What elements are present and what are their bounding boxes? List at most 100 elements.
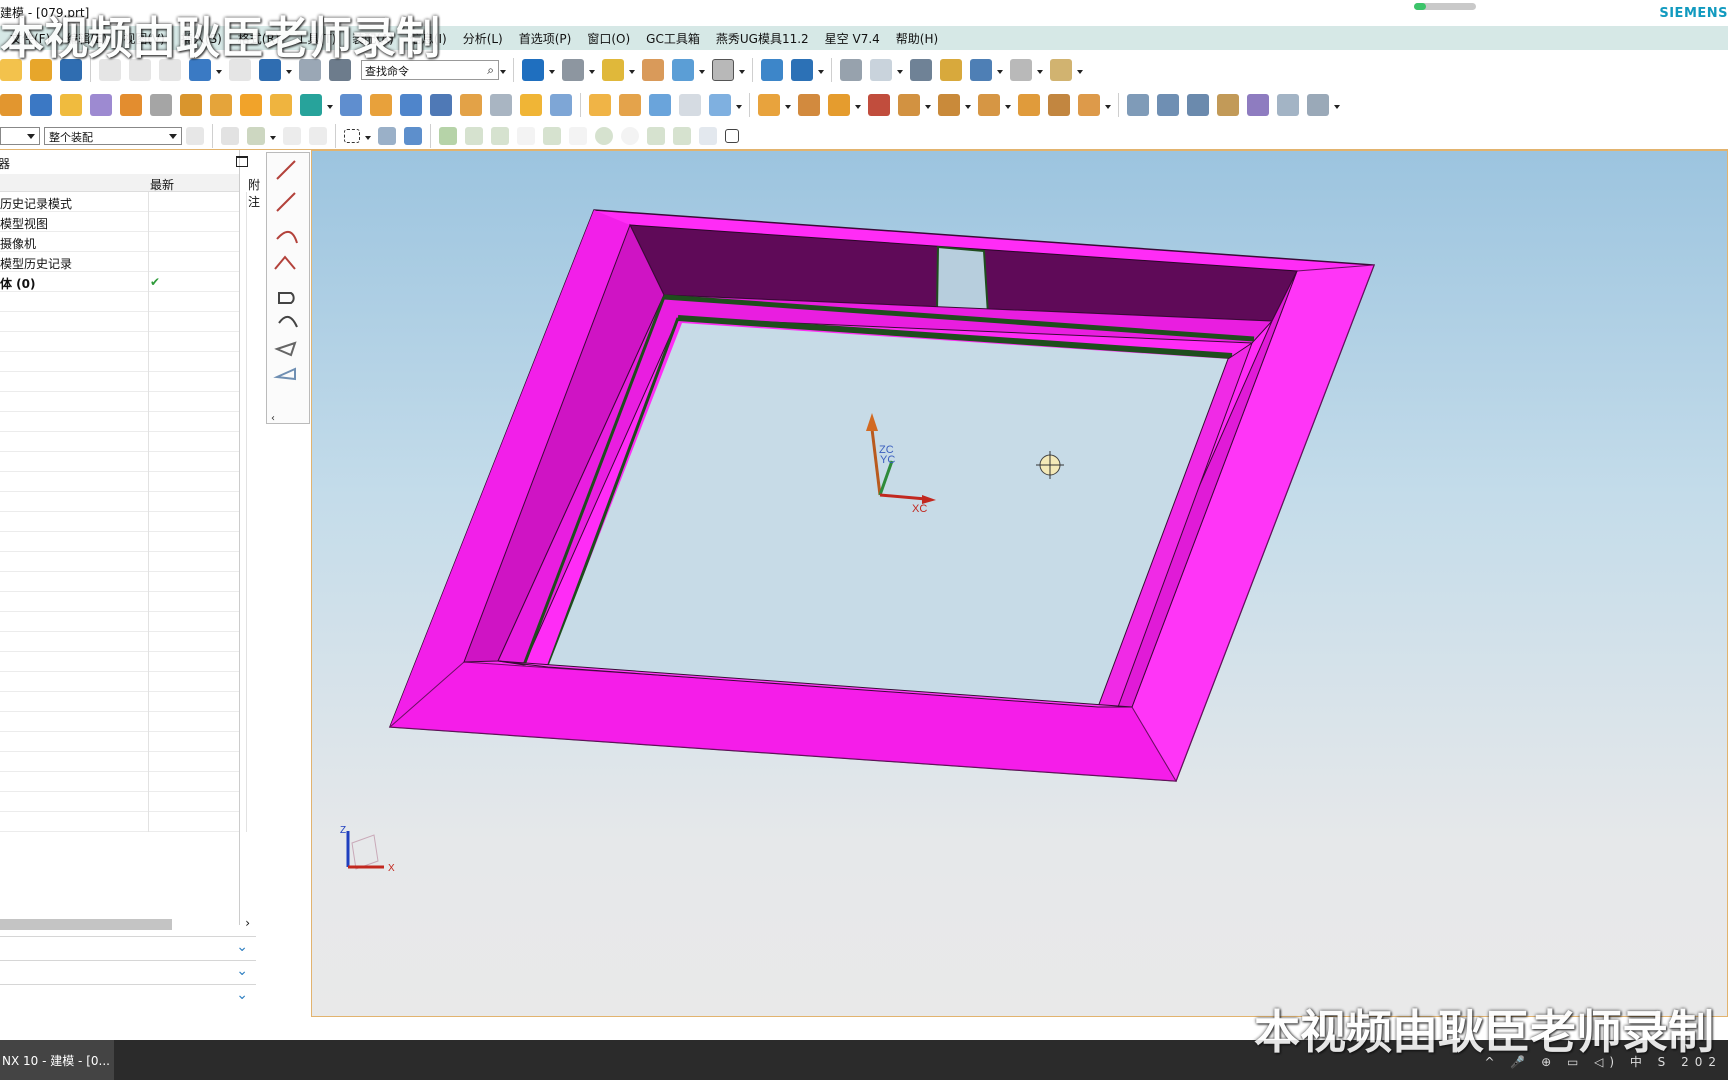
background-dropdown[interactable] (698, 59, 706, 81)
measure-dropdown[interactable] (1076, 59, 1084, 81)
maximize-icon[interactable] (236, 156, 248, 167)
chevron-down-icon[interactable]: ⌄ (236, 987, 248, 1003)
subtract-icon[interactable] (300, 94, 322, 116)
core-dropdown[interactable] (854, 94, 862, 116)
view-dropdown[interactable] (548, 59, 556, 81)
chevron-down-icon[interactable]: ⌄ (236, 963, 248, 979)
replace-face-icon[interactable] (898, 94, 920, 116)
curve-point-icon[interactable] (517, 126, 535, 145)
snap-point-icon[interactable] (439, 126, 457, 145)
sphere-icon[interactable] (709, 94, 731, 116)
mold-dropdown[interactable] (784, 94, 792, 116)
offset-curve-icon[interactable] (273, 367, 296, 381)
search-dropdown[interactable] (499, 59, 507, 81)
table-row[interactable]: 历史记录模式 (0, 192, 239, 212)
arc-center-icon[interactable] (595, 126, 613, 145)
column-notes[interactable]: 附注 (248, 176, 260, 210)
line-icon[interactable] (276, 160, 296, 180)
graphics-window[interactable]: ZC YC XC Z X (311, 150, 1728, 1017)
menu-item[interactable]: 帮助(H) (888, 30, 946, 47)
menu-item[interactable]: 分析(L) (455, 30, 511, 47)
sweep-icon[interactable] (619, 94, 641, 116)
scope-filter-select[interactable]: 整个装配 (44, 126, 182, 145)
flange-icon[interactable] (1277, 94, 1299, 116)
taskbar-app-nx[interactable]: NX 10 - 建模 - [0... (0, 1040, 114, 1080)
spline-icon[interactable] (278, 316, 298, 328)
chevron-down-icon[interactable]: ⌄ (236, 939, 248, 955)
extension-icon[interactable] (1307, 94, 1329, 116)
axis-icon[interactable] (870, 59, 892, 81)
rectangle-select-icon[interactable] (344, 128, 360, 143)
table-row[interactable]: 摄像机 (0, 232, 239, 252)
analysis-dropdown[interactable] (996, 59, 1004, 81)
grid-dropdown[interactable] (1036, 59, 1044, 81)
draft-icon[interactable] (490, 94, 512, 116)
label-icon[interactable] (1048, 94, 1070, 116)
extrude-icon[interactable] (60, 94, 82, 116)
scrollbar-thumb[interactable] (0, 919, 172, 930)
wcs-dropdown[interactable] (817, 59, 825, 81)
measure-icon[interactable] (1050, 59, 1072, 81)
mold-icon[interactable] (758, 94, 780, 116)
trim-icon[interactable] (520, 94, 542, 116)
table-row[interactable]: 模型视图 (0, 212, 239, 232)
replace-dropdown[interactable] (924, 94, 932, 116)
pattern-icon[interactable] (210, 94, 232, 116)
color-square-icon[interactable] (712, 59, 734, 81)
preview-section[interactable]: ⌄ (0, 984, 256, 1008)
midpoint-icon[interactable] (491, 126, 509, 145)
book-icon[interactable] (340, 94, 362, 116)
wcs-icon[interactable] (791, 59, 813, 81)
background-icon[interactable] (672, 59, 694, 81)
patch-icon[interactable] (1078, 94, 1100, 116)
control-point-icon[interactable] (543, 126, 561, 145)
menu-item[interactable]: 首选项(P) (511, 30, 580, 47)
sphere-dropdown[interactable] (735, 94, 743, 116)
through-curves-icon[interactable] (1157, 94, 1179, 116)
menu-item[interactable]: 星空 V7.4 (817, 30, 888, 47)
rectangle-dropdown[interactable] (364, 125, 372, 147)
quadrant-icon[interactable] (621, 126, 639, 145)
filter-icon[interactable] (186, 126, 204, 145)
select-icon[interactable] (247, 126, 265, 145)
block-icon[interactable] (0, 94, 22, 116)
analysis-icon[interactable] (970, 59, 992, 81)
select-dropdown[interactable] (269, 125, 277, 147)
box-icon[interactable] (370, 94, 392, 116)
point-on-face-icon[interactable] (699, 126, 717, 145)
snap-icon[interactable] (221, 126, 239, 145)
pull-face-icon[interactable] (978, 94, 1000, 116)
orient-view-icon[interactable] (761, 59, 783, 81)
existing-point-icon[interactable] (647, 126, 665, 145)
boss-icon[interactable] (180, 94, 202, 116)
grid-icon[interactable] (1010, 59, 1032, 81)
revolve-icon[interactable] (90, 94, 112, 116)
settings-icon[interactable] (940, 59, 962, 81)
insert-icon[interactable] (798, 94, 820, 116)
pull-dropdown[interactable] (1004, 94, 1012, 116)
shell-icon[interactable] (120, 94, 142, 116)
horizontal-scrollbar[interactable]: › (0, 916, 256, 932)
project-curve-icon[interactable] (274, 341, 297, 357)
move-icon[interactable] (283, 126, 301, 145)
rotate-icon[interactable] (309, 126, 327, 145)
edge-dropdown[interactable] (628, 59, 636, 81)
loft-icon[interactable] (649, 94, 671, 116)
array-icon[interactable] (240, 94, 262, 116)
axis-dropdown[interactable] (896, 59, 904, 81)
sheet-icon[interactable] (400, 94, 422, 116)
endpoint-icon[interactable] (465, 126, 483, 145)
search-icon[interactable]: ⌕ (487, 63, 494, 78)
thread-icon[interactable] (150, 94, 172, 116)
grid-snap-icon[interactable] (725, 128, 739, 143)
table-row[interactable]: 模型历史记录 (0, 252, 239, 272)
face-icon[interactable] (430, 94, 452, 116)
color-dropdown[interactable] (738, 59, 746, 81)
menu-item[interactable]: 窗口(O) (579, 30, 638, 47)
intersection-icon[interactable] (569, 126, 587, 145)
layer-icon[interactable] (642, 59, 664, 81)
column-latest[interactable]: 最新 (150, 176, 174, 193)
shaded-icon[interactable] (562, 59, 584, 81)
menu-item[interactable]: GC工具箱 (638, 30, 708, 47)
surface-icon[interactable] (1127, 94, 1149, 116)
